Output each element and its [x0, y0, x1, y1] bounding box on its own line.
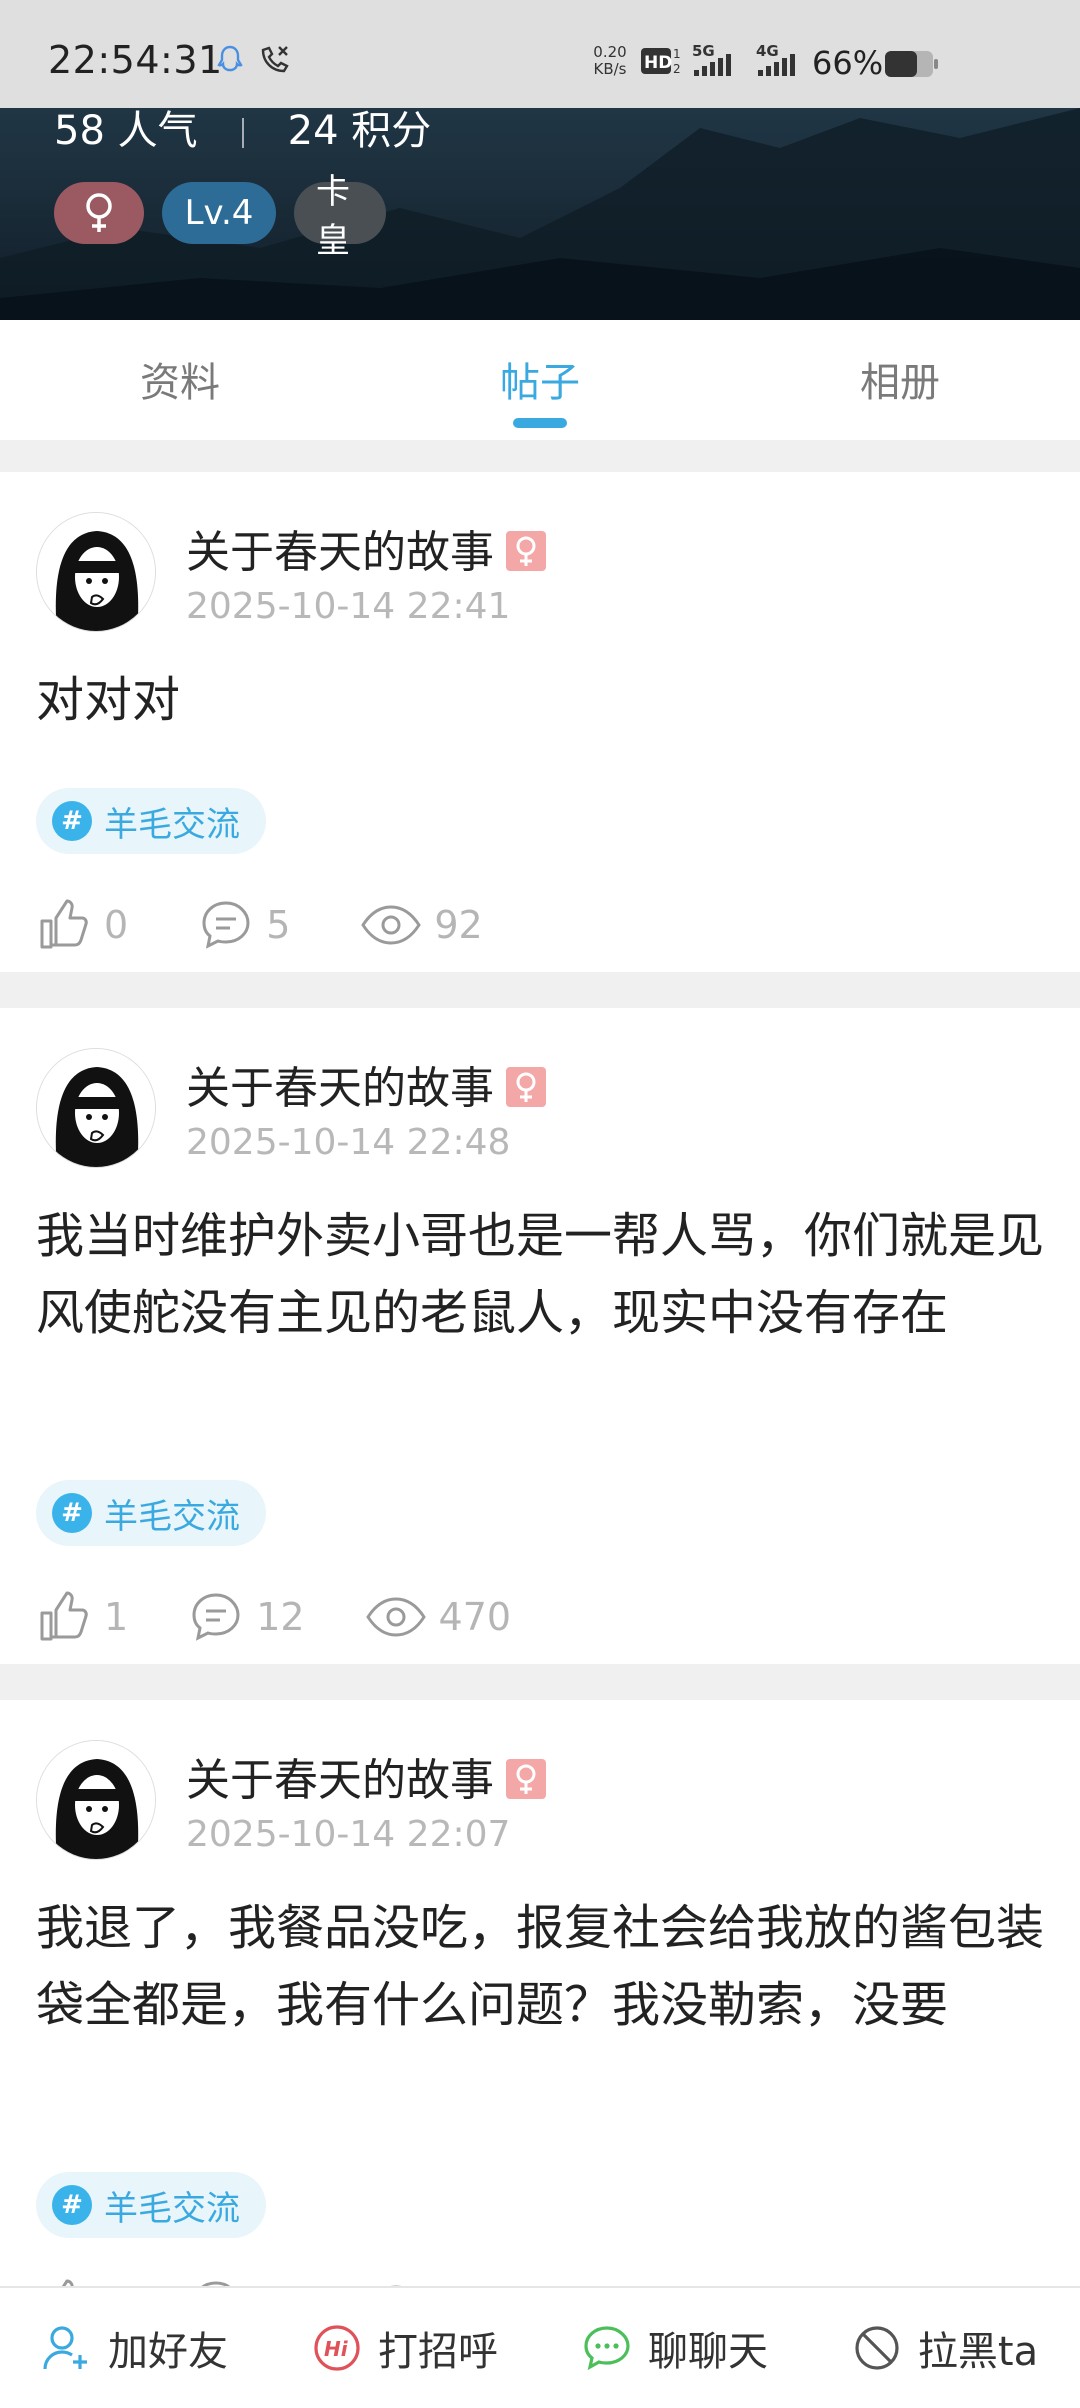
avatar[interactable] — [36, 512, 156, 632]
battery-icon — [884, 50, 940, 82]
block-button[interactable]: 拉黑ta — [810, 2288, 1080, 2408]
post-card[interactable]: 关于春天的故事 2025-10-14 22:41 对对对 # 羊毛交流 0 5 9… — [0, 472, 1080, 972]
topic-tag[interactable]: # 羊毛交流 — [36, 2172, 266, 2238]
female-badge — [54, 182, 144, 244]
bottom-action-bar: 加好友 Hi 打招呼 聊聊天 拉黑ta — [0, 2286, 1080, 2408]
post-author[interactable]: 关于春天的故事 — [186, 1744, 546, 1808]
like-button[interactable]: 0 — [36, 897, 128, 953]
hash-icon: # — [52, 801, 92, 841]
add-friend-button[interactable]: 加好友 — [0, 2288, 270, 2408]
chat-icon — [584, 2326, 630, 2371]
svg-text:5G: 5G — [692, 42, 715, 60]
post-content[interactable]: 我当时维护外卖小哥也是一帮人骂，你们就是见风使舵没有主见的老鼠人，现实中没有存在 — [36, 1198, 1046, 1352]
level-badge: Lv.4 — [162, 182, 276, 244]
network-speed: 0.20 KB/s — [593, 43, 627, 78]
topic-tag[interactable]: # 羊毛交流 — [36, 1480, 266, 1546]
svg-text:HD: HD — [644, 53, 672, 73]
profile-stats: 58 人气 24 积分 — [54, 108, 431, 156]
points-count: 24 积分 — [287, 108, 432, 154]
female-badge-icon — [506, 1067, 546, 1107]
hash-icon: # — [52, 1493, 92, 1533]
topic-tag[interactable]: # 羊毛交流 — [36, 788, 266, 854]
post-time: 2025-10-14 22:41 — [186, 586, 511, 627]
chat-button[interactable]: 聊聊天 — [540, 2288, 810, 2408]
missed-call-icon — [258, 44, 292, 80]
badge-row: Lv.4 卡皇 — [54, 172, 386, 261]
popularity-count: 58 人气 — [54, 108, 198, 154]
signal-5g-icon: 5G — [692, 42, 746, 82]
title-badge: 卡皇 — [294, 172, 386, 261]
tab-album[interactable]: 相册 — [720, 320, 1080, 440]
comment-button[interactable]: 5 — [198, 897, 290, 953]
post-time: 2025-10-14 22:48 — [186, 1122, 511, 1163]
svg-text:Hi: Hi — [324, 2337, 349, 2361]
female-badge-icon — [506, 531, 546, 571]
stats-divider — [241, 118, 244, 148]
tab-active-indicator — [513, 418, 567, 428]
hash-icon: # — [52, 2185, 92, 2225]
post-time: 2025-10-14 22:07 — [186, 1814, 511, 1855]
signal-4g-icon: 4G — [756, 42, 810, 82]
thumbs-up-icon — [40, 899, 88, 949]
hd-voice-icon: HD 1 2 — [640, 46, 684, 80]
tab-profile-info[interactable]: 资料 — [0, 320, 360, 440]
comment-icon — [192, 1593, 240, 1641]
battery-percent: 66% — [812, 44, 884, 82]
post-content[interactable]: 对对对 — [36, 662, 1046, 739]
like-button[interactable]: 1 — [36, 1589, 128, 1645]
views-count: 92 — [360, 897, 483, 953]
add-friend-icon — [43, 2326, 87, 2370]
svg-text:4G: 4G — [756, 42, 779, 60]
post-card[interactable]: 关于春天的故事 2025-10-14 22:07 我退了，我餐品没吃，报复社会给… — [0, 1700, 1080, 2329]
post-actions: 1 12 470 — [36, 1582, 511, 1652]
block-icon — [855, 2326, 899, 2370]
views-count: 470 — [365, 1589, 511, 1645]
female-badge-icon — [506, 1759, 546, 1799]
avatar[interactable] — [36, 1740, 156, 1860]
avatar[interactable] — [36, 1048, 156, 1168]
post-content[interactable]: 我退了，我餐品没吃，报复社会给我放的酱包装袋全都是，我有什么问题？我没勒索，没要 — [36, 1890, 1046, 2044]
post-card[interactable]: 关于春天的故事 2025-10-14 22:48 我当时维护外卖小哥也是一帮人骂… — [0, 1008, 1080, 1664]
qq-notification-icon — [214, 44, 246, 80]
svg-text:2: 2 — [673, 62, 681, 76]
hi-icon: Hi — [314, 2325, 360, 2371]
female-icon — [86, 193, 112, 232]
profile-banner: 58 人气 24 积分 Lv.4 卡皇 — [0, 108, 1080, 320]
comment-icon — [202, 901, 250, 949]
tab-posts[interactable]: 帖子 — [360, 320, 720, 440]
status-bar: 22:54:31 0.20 KB/s HD 1 2 5G 4G 66% — [0, 0, 1080, 108]
status-time: 22:54:31 — [48, 38, 223, 82]
comment-button[interactable]: 12 — [188, 1589, 305, 1645]
post-author[interactable]: 关于春天的故事 — [186, 516, 546, 580]
post-author[interactable]: 关于春天的故事 — [186, 1052, 546, 1116]
svg-text:1: 1 — [673, 47, 681, 61]
say-hi-button[interactable]: Hi 打招呼 — [270, 2288, 540, 2408]
profile-tabs: 资料 帖子 相册 — [0, 320, 1080, 440]
post-actions: 0 5 92 — [36, 890, 483, 960]
eye-icon — [361, 905, 422, 945]
eye-icon — [365, 1597, 426, 1637]
thumbs-up-icon — [40, 1591, 88, 1641]
